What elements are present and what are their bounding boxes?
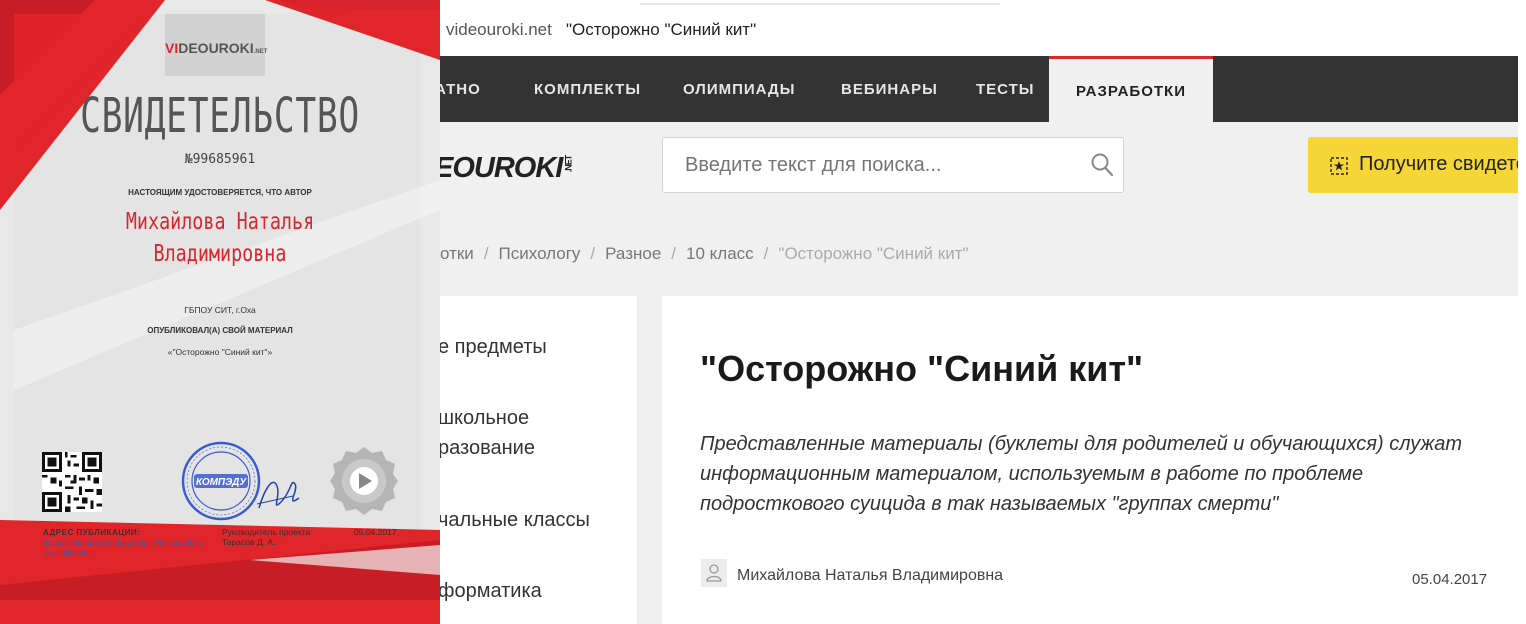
sidebar-item-informatics[interactable]: форматика bbox=[440, 576, 638, 606]
certificate-material: «"Осторожно "Синий кит"» bbox=[167, 347, 273, 357]
breadcrumb-item-current: "Осторожно "Синий кит" bbox=[778, 244, 969, 263]
signature-icon bbox=[256, 481, 300, 509]
main-nav: АТНО КОМПЛЕКТЫ ОЛИМПИАДЫ ВЕБИНАРЫ ТЕСТЫ … bbox=[440, 56, 1526, 122]
tab-strip-line bbox=[640, 3, 1000, 5]
certificate: VIDEOUROKI.NET СВИДЕТЕЛЬСТВО №99685961 Н… bbox=[0, 0, 440, 624]
get-certificate-button[interactable]: Получите свидетел bbox=[1308, 137, 1526, 193]
certificate-author: Михайлова Наталья Владимировна bbox=[44, 206, 396, 270]
leader-label: Руководитель проекта bbox=[222, 527, 311, 537]
url-domain: videouroki.net bbox=[446, 20, 552, 39]
search-icon[interactable] bbox=[1090, 152, 1114, 178]
certificate-author-line1: Михайлова Наталья bbox=[125, 209, 315, 235]
user-icon bbox=[701, 559, 727, 587]
sidebar: е предметы школьное разование чальные кл… bbox=[440, 296, 637, 624]
stamp-text: КОМПЭДУ bbox=[196, 477, 248, 488]
url-page-title: "Осторожно "Синий кит" bbox=[566, 20, 757, 39]
certificate-logo: VIDEOUROKI.NET bbox=[165, 40, 268, 56]
page-edge bbox=[1518, 0, 1526, 624]
website-screenshot: videouroki.net "Осторожно "Синий кит" АТ… bbox=[440, 0, 1526, 624]
certificate-title: СВИДЕТЕЛЬСТВО bbox=[80, 88, 360, 144]
sidebar-item-preschool-line1[interactable]: школьное bbox=[440, 403, 638, 433]
play-badge-icon bbox=[330, 447, 398, 515]
article-date: 05.04.2017 bbox=[1412, 571, 1488, 588]
nav-item-free[interactable]: АТНО bbox=[440, 56, 481, 122]
article-author[interactable]: Михайлова Наталья Владимировна bbox=[737, 567, 1003, 585]
qr-code-icon bbox=[42, 452, 102, 512]
sidebar-item-preschool-line2[interactable]: разование bbox=[440, 433, 638, 463]
address-label: АДРЕС ПУБЛИКАЦИИ: bbox=[43, 528, 141, 537]
site-logo[interactable]: EOUROKI.NET bbox=[440, 152, 579, 185]
get-certificate-label: Получите свидетел bbox=[1359, 153, 1526, 175]
article-title: "Осторожно "Синий кит" bbox=[700, 348, 1144, 389]
certificate-intro: НАСТОЯЩИМ УДОСТОВЕРЯЕТСЯ, ЧТО АВТОР bbox=[128, 188, 312, 197]
breadcrumb: отки / Психологу / Разное/10 класс / "Осторожн… bbox=[440, 244, 969, 264]
certificate-icon bbox=[1330, 157, 1348, 175]
breadcrumb-item-grade[interactable]: 10 класс bbox=[686, 244, 754, 264]
sidebar-item-primary[interactable]: чальные классы bbox=[440, 505, 638, 535]
nav-item-olympiads[interactable]: ОЛИМПИАДЫ bbox=[683, 56, 795, 122]
certificate-author-line2: Владимировна bbox=[153, 241, 287, 267]
certificate-number: №99685961 bbox=[184, 152, 256, 167]
nav-item-webinars[interactable]: ВЕБИНАРЫ bbox=[841, 56, 938, 122]
sidebar-item-subjects[interactable]: е предметы bbox=[440, 332, 638, 362]
certificate-date: 05.04.2017 bbox=[354, 527, 397, 537]
stamp-icon: КОМПЭДУ bbox=[181, 441, 261, 521]
certificate-published: ОПУБЛИКОВАЛ(А) СВОЙ МАТЕРИАЛ bbox=[147, 326, 293, 335]
nav-item-developments[interactable]: РАЗРАБОТКИ bbox=[1049, 56, 1213, 122]
article-description: Представленные материалы (буклеты для ро… bbox=[700, 433, 1463, 515]
breadcrumb-item-misc[interactable]: Разное bbox=[605, 244, 661, 264]
browser-address-bar[interactable]: videouroki.net "Осторожно "Синий кит" bbox=[440, 0, 1526, 56]
certificate-organization: ГБПОУ СИТ, г.Оха bbox=[184, 305, 256, 315]
nav-item-kits[interactable]: КОМПЛЕКТЫ bbox=[534, 56, 641, 122]
address-link[interactable]: http://videouroki.net/razrabotki/ostoroz… bbox=[43, 538, 203, 558]
breadcrumb-item-developments[interactable]: отки bbox=[440, 244, 474, 264]
article-card: "Осторожно "Синий кит" Представленные ма… bbox=[662, 296, 1518, 624]
breadcrumb-item-psychologist[interactable]: Психологу bbox=[499, 244, 581, 264]
nav-item-tests[interactable]: ТЕСТЫ bbox=[976, 56, 1034, 122]
leader-name: Тарасов Д. А. bbox=[222, 537, 276, 547]
search-input[interactable] bbox=[662, 137, 1124, 193]
